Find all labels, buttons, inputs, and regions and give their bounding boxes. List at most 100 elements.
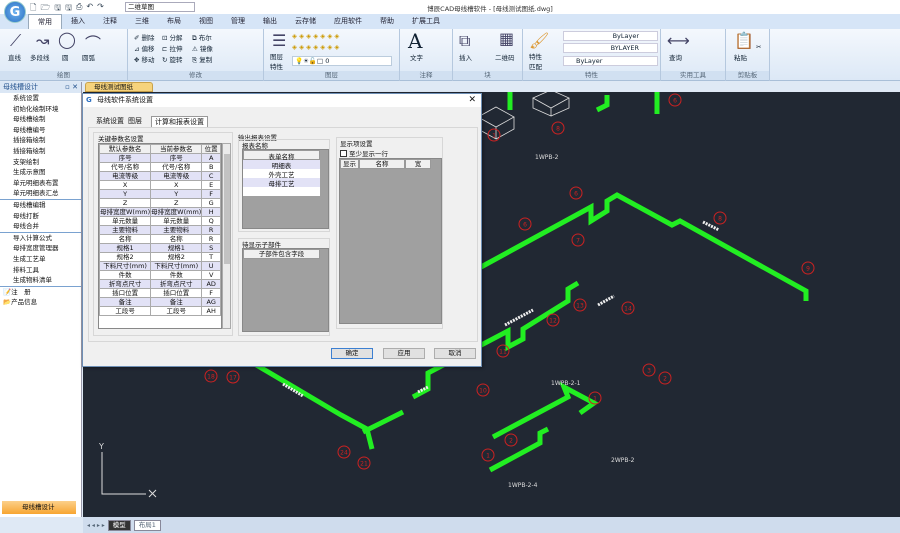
layer-tools-icon[interactable]: ◈ ◈ ◈ ◈ ◈ ◈ ◈ bbox=[292, 43, 339, 51]
tab-layout1[interactable]: 布局1 bbox=[133, 519, 161, 531]
table-row[interactable]: 件数 件数 V bbox=[99, 270, 221, 280]
panel-item[interactable]: 插接箱绘制 bbox=[0, 135, 81, 146]
mirror-button[interactable]: ⚠ 镜像 bbox=[192, 43, 213, 53]
layer-properties-button[interactable]: 图层特性 bbox=[270, 51, 286, 71]
polyline-button[interactable]: 多段线 bbox=[30, 52, 50, 62]
display-items-list[interactable]: 显示 名称 宽 bbox=[339, 158, 442, 324]
paste-icon[interactable]: 📋 bbox=[734, 31, 754, 50]
erase-button[interactable]: ✐ 删除 bbox=[134, 32, 155, 42]
query-button[interactable]: 查询 bbox=[669, 52, 682, 62]
boolean-button[interactable]: ⧉ 布尔 bbox=[192, 32, 212, 43]
explode-button[interactable]: ⊡ 分解 bbox=[162, 32, 183, 42]
tab-cloud[interactable]: 云存储 bbox=[286, 14, 325, 29]
table-row[interactable]: 电流等级 电流等级 C bbox=[99, 171, 221, 181]
table-row[interactable]: 折弯点尺寸 折弯点尺寸 AD bbox=[99, 279, 221, 289]
tab-insert[interactable]: 插入 bbox=[62, 14, 94, 29]
table-row[interactable]: 名称 名称 R bbox=[99, 234, 221, 244]
color-select[interactable]: ByLayer bbox=[563, 56, 658, 66]
measure-icon[interactable]: ⟷ bbox=[667, 31, 690, 50]
panel-item[interactable]: 母线槽绘制 bbox=[0, 114, 81, 125]
layer-tools-icon[interactable]: ◈ ◈ ◈ ◈ ◈ ◈ ◈ bbox=[292, 32, 339, 40]
register-item[interactable]: 📝注 册 bbox=[0, 287, 81, 298]
close-icon[interactable]: ✕ bbox=[468, 94, 476, 107]
tab-layout[interactable]: 布局 bbox=[158, 14, 190, 29]
match-properties-icon[interactable]: 🖌 bbox=[529, 31, 549, 50]
paste-button[interactable]: 粘贴 bbox=[734, 52, 747, 62]
table-row[interactable]: 规格1 规格1 S bbox=[99, 243, 221, 253]
circle-button[interactable]: 圆 bbox=[62, 52, 69, 62]
tab-output[interactable]: 输出 bbox=[254, 14, 286, 29]
rotate-button[interactable]: ↻ 旋转 bbox=[162, 54, 183, 64]
tab-manage[interactable]: 管理 bbox=[222, 14, 254, 29]
table-row[interactable]: 序号 序号 A bbox=[99, 153, 221, 163]
panel-item[interactable]: 母线打断 bbox=[0, 211, 81, 222]
report-list[interactable]: 表单名称 明细表 外壳工艺 母排工艺 bbox=[242, 149, 329, 229]
document-tab[interactable]: 母线测试图纸 bbox=[85, 82, 153, 92]
lineweight-select[interactable]: BYLAYER bbox=[563, 43, 658, 53]
product-info-item[interactable]: 📂产品信息 bbox=[0, 297, 81, 308]
move-button[interactable]: ✥ 移动 bbox=[134, 54, 155, 64]
checkbox-box[interactable] bbox=[340, 149, 347, 157]
key-params-scrollbar[interactable] bbox=[222, 143, 231, 329]
tab-system-settings[interactable]: 系统设置 bbox=[93, 116, 127, 126]
line-button[interactable]: 直线 bbox=[8, 52, 21, 62]
key-params-table[interactable]: 默认参数名 当前参数名 位置 序号 序号 A 代号/名称 代号/名称 B 电流等级 电流等级 C X X E… bbox=[98, 143, 222, 329]
panel-item[interactable]: 母线合并 bbox=[0, 221, 81, 232]
apply-button[interactable]: 应用 bbox=[383, 348, 425, 359]
tab-extensions[interactable]: 扩展工具 bbox=[403, 14, 449, 29]
table-row[interactable]: 备注 备注 AG bbox=[99, 297, 221, 307]
table-row[interactable]: 母排宽度W(mm) 母排宽度W(mm) H bbox=[99, 207, 221, 217]
tab-help[interactable]: 帮助 bbox=[371, 14, 403, 29]
panel-item[interactable]: 单元明细表汇总 bbox=[0, 188, 81, 199]
tab-annotate[interactable]: 注释 bbox=[94, 14, 126, 29]
panel-item[interactable]: 导入计算公式 bbox=[0, 233, 81, 244]
table-row[interactable]: 规格2 规格2 T bbox=[99, 252, 221, 262]
stretch-button[interactable]: ⊏ 拉伸 bbox=[162, 43, 183, 53]
copy-button[interactable]: ⎘ 复制 bbox=[192, 54, 212, 65]
layer-select[interactable]: 💡☀🔓□ 0 bbox=[292, 56, 392, 66]
panel-item[interactable]: 母排宽度管理器 bbox=[0, 243, 81, 254]
report-row[interactable]: 母排工艺 bbox=[243, 178, 320, 188]
table-row[interactable]: XXE bbox=[99, 180, 221, 190]
tab-view[interactable]: 视图 bbox=[190, 14, 222, 29]
min-one-row-checkbox[interactable]: 至少显示一行 bbox=[340, 148, 388, 158]
text-button[interactable]: 文字 bbox=[410, 52, 423, 62]
cut-icon[interactable]: ✂ bbox=[756, 43, 761, 51]
tab-model[interactable]: 模型 bbox=[107, 519, 131, 531]
sub-parts-list[interactable]: 子部件包含字段 bbox=[242, 248, 329, 332]
panel-close-icon[interactable]: ▫ ✕ bbox=[65, 82, 78, 93]
panel-item[interactable]: 生成物料清单 bbox=[0, 275, 81, 286]
busbar-design-footer-button[interactable]: 母线槽设计 bbox=[2, 501, 76, 514]
panel-item[interactable]: 系统设置 bbox=[0, 93, 81, 104]
qrcode-icon[interactable]: ▦ bbox=[499, 29, 514, 48]
linetype-select[interactable]: ByLayer bbox=[563, 31, 658, 41]
table-row[interactable]: 单元数量 单元数量 Q bbox=[99, 216, 221, 226]
panel-item[interactable]: 插接箱绘制 bbox=[0, 146, 81, 157]
qrcode-button[interactable]: 二维码 bbox=[495, 52, 515, 62]
panel-item[interactable]: 单元明细表布置 bbox=[0, 178, 81, 189]
insert-block-button[interactable]: 插入 bbox=[459, 52, 472, 62]
offset-button[interactable]: ⊿ 偏移 bbox=[134, 43, 155, 53]
text-icon[interactable]: A bbox=[408, 29, 422, 53]
panel-item[interactable]: 母线槽编辑 bbox=[0, 200, 81, 211]
circle-icon[interactable]: ◯ bbox=[58, 30, 76, 49]
insert-block-icon[interactable]: ⧉ bbox=[459, 31, 470, 51]
tab-layers[interactable]: 图层 bbox=[125, 116, 145, 126]
layer-properties-icon[interactable]: ☰ bbox=[272, 31, 286, 50]
table-row[interactable]: 工段号 工段号 AH bbox=[99, 306, 221, 316]
cancel-button[interactable]: 取消 bbox=[434, 348, 476, 359]
report-row[interactable]: 外壳工艺 bbox=[243, 169, 320, 179]
table-row[interactable]: 插口位置 插口位置 F bbox=[99, 288, 221, 298]
app-menu-logo[interactable]: G bbox=[4, 1, 26, 23]
panel-item[interactable]: 支架绘制 bbox=[0, 157, 81, 168]
polyline-icon[interactable]: ↝ bbox=[36, 31, 49, 50]
report-row[interactable]: 明细表 bbox=[243, 160, 320, 170]
table-row[interactable]: 下料尺寸(mm) 下料尺寸(mm) U bbox=[99, 261, 221, 271]
arc-button[interactable]: 圆弧 bbox=[82, 52, 95, 62]
tab-apps[interactable]: 应用软件 bbox=[325, 14, 371, 29]
panel-item[interactable]: 母线槽编号 bbox=[0, 125, 81, 136]
panel-item[interactable]: 生成示意图 bbox=[0, 167, 81, 178]
table-row[interactable]: 主要物料 主要物料 R bbox=[99, 225, 221, 235]
ok-button[interactable]: 确定 bbox=[331, 348, 373, 359]
match-properties-button[interactable]: 特性匹配 bbox=[529, 51, 545, 71]
